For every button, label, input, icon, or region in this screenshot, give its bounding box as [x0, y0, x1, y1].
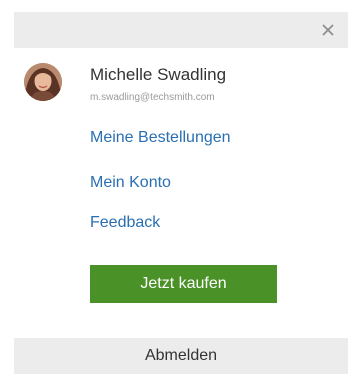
buy-now-button[interactable]: Jetzt kaufen	[90, 265, 277, 303]
menu-item-orders[interactable]: Meine Bestellungen	[90, 129, 231, 147]
account-popup: Michelle Swadling m.swadling@techsmith.c…	[14, 12, 348, 374]
menu-item-account[interactable]: Mein Konto	[90, 174, 171, 192]
avatar	[24, 63, 62, 101]
avatar-image	[24, 63, 62, 101]
close-button[interactable]	[316, 18, 340, 42]
user-email: m.swadling@techsmith.com	[90, 92, 215, 103]
close-icon	[322, 24, 334, 36]
user-name: Michelle Swadling	[90, 65, 227, 84]
logout-button[interactable]: Abmelden	[14, 338, 348, 374]
menu-item-feedback[interactable]: Feedback	[90, 214, 160, 232]
popup-header	[14, 12, 348, 48]
